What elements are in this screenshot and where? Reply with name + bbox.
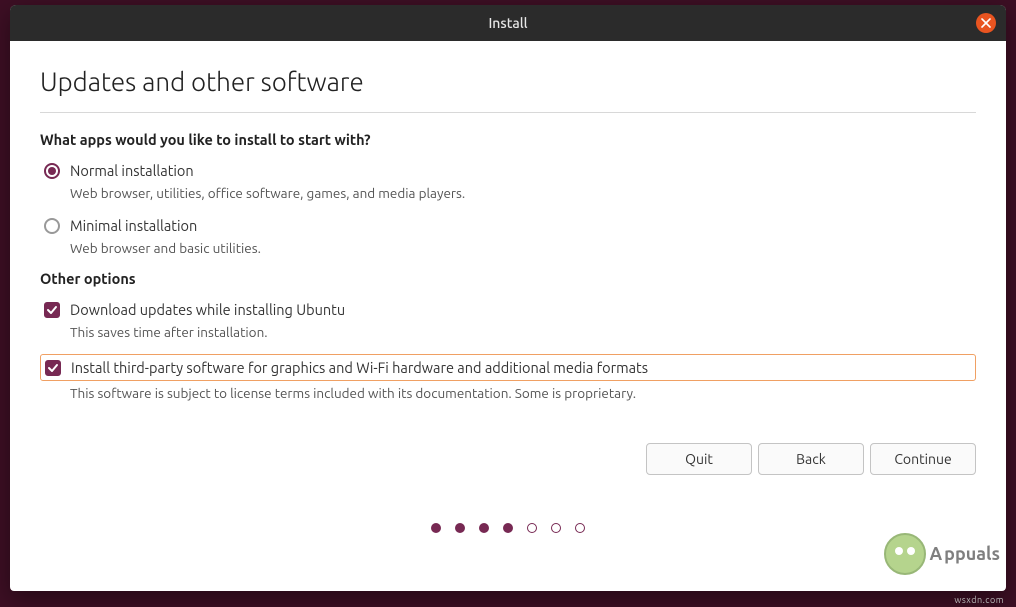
divider xyxy=(40,112,976,113)
radio-icon xyxy=(44,218,60,234)
content-area: Updates and other software What apps wou… xyxy=(10,41,1006,591)
installer-window: Install Updates and other software What … xyxy=(10,5,1006,591)
checkbox-icon xyxy=(45,360,61,376)
pager-dot xyxy=(551,523,561,533)
quit-button[interactable]: Quit xyxy=(646,443,752,475)
continue-button[interactable]: Continue xyxy=(870,443,976,475)
apps-question: What apps would you like to install to s… xyxy=(40,131,976,148)
pager-dot xyxy=(503,523,513,533)
pager-dot xyxy=(431,523,441,533)
radio-label: Minimal installation xyxy=(70,217,197,234)
credit-text: wsxdn.com xyxy=(954,595,1004,605)
radio-minimal-install[interactable]: Minimal installation xyxy=(40,215,976,236)
wizard-buttons: Quit Back Continue xyxy=(40,443,976,475)
radio-label: Normal installation xyxy=(70,162,194,179)
minimal-install-desc: Web browser and basic utilities. xyxy=(70,240,976,256)
checkbox-download-updates[interactable]: Download updates while installing Ubuntu xyxy=(40,299,976,320)
step-pager xyxy=(40,523,976,533)
close-icon xyxy=(981,15,991,31)
normal-install-desc: Web browser, utilities, office software,… xyxy=(70,185,976,201)
close-button[interactable] xyxy=(976,13,996,33)
other-options-heading: Other options xyxy=(40,270,976,287)
checkbox-icon xyxy=(44,302,60,318)
checkbox-label: Download updates while installing Ubuntu xyxy=(70,301,345,318)
pager-dot xyxy=(575,523,585,533)
window-title: Install xyxy=(488,15,527,31)
download-updates-desc: This saves time after installation. xyxy=(70,324,976,340)
back-button[interactable]: Back xyxy=(758,443,864,475)
pager-dot xyxy=(479,523,489,533)
radio-normal-install[interactable]: Normal installation xyxy=(40,160,976,181)
titlebar: Install xyxy=(10,5,1006,41)
pager-dot xyxy=(455,523,465,533)
radio-icon xyxy=(44,163,60,179)
page-heading: Updates and other software xyxy=(40,67,976,96)
third-party-desc: This software is subject to license term… xyxy=(70,385,976,401)
checkbox-third-party[interactable]: Install third-party software for graphic… xyxy=(40,354,976,381)
pager-dot xyxy=(527,523,537,533)
checkbox-label: Install third-party software for graphic… xyxy=(71,359,648,376)
